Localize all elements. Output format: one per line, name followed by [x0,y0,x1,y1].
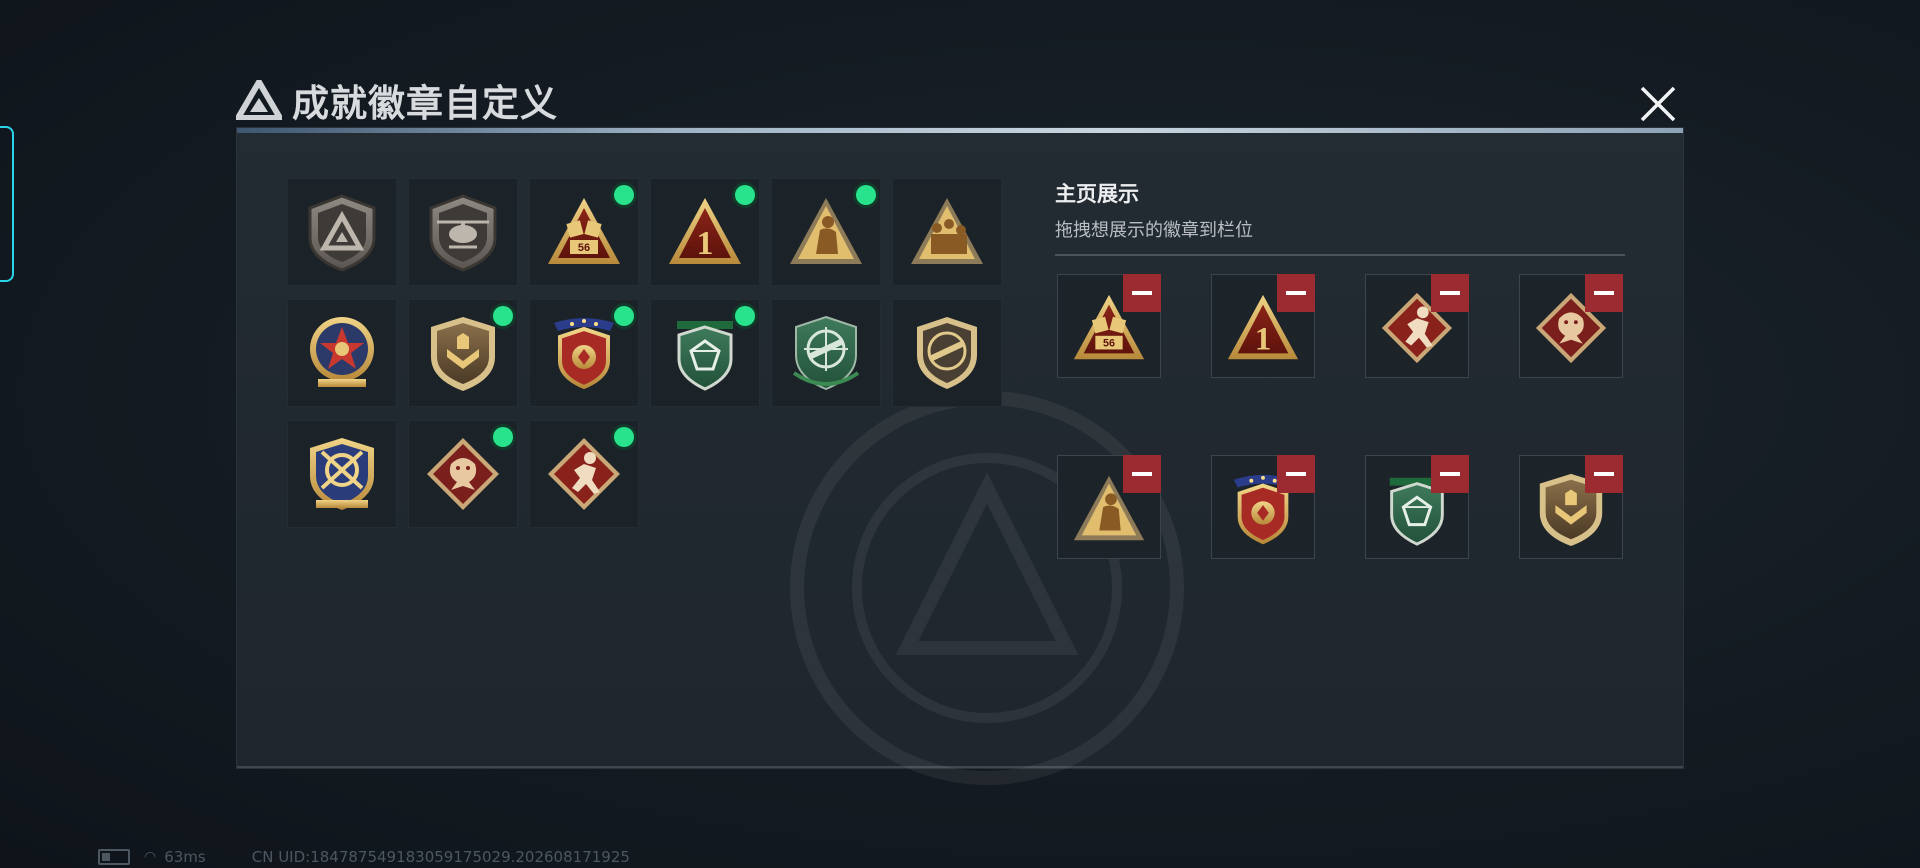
badge-item[interactable] [408,299,518,407]
badge-item[interactable] [892,178,1002,286]
triangle-dice-56-badge-icon: 56 [548,198,620,264]
red-laurel-stars-shield-badge-icon [554,318,614,390]
new-indicator-dot [614,185,634,205]
remove-minus-icon[interactable] [1277,274,1315,312]
app-logo-icon [236,80,282,120]
triangle-number-one-badge-icon: 1 [669,198,741,264]
user-uid-text: CN UID:184787549183059175029.20260817192… [251,848,630,866]
new-indicator-dot [614,306,634,326]
svg-text:1: 1 [1255,320,1272,357]
diamond-dragon-badge-icon [427,438,499,510]
remove-minus-icon[interactable] [1123,455,1161,493]
svg-text:56: 56 [1103,338,1115,350]
gold-star-medal-badge-icon [310,317,374,387]
new-indicator-dot [735,306,755,326]
display-section-title: 主页展示 [1055,182,1139,206]
badge-item[interactable] [529,420,639,528]
badge-item[interactable] [287,178,397,286]
badge-item[interactable] [771,299,881,407]
page-title: 成就徽章自定义 [292,82,558,125]
panel-top-accent-line [237,128,1683,133]
remove-minus-icon[interactable] [1277,455,1315,493]
display-slot[interactable] [1519,274,1623,378]
new-indicator-dot [735,185,755,205]
bronze-chevron-shield-badge-icon [431,317,495,391]
triangle-squad-soldiers-badge-icon [911,198,983,264]
badge-item[interactable]: 56 [529,178,639,286]
remove-minus-icon[interactable] [1431,274,1469,312]
window-header: 成就徽章自定义 [236,76,558,125]
display-section-subtitle: 拖拽想展示的徽章到栏位 [1055,220,1253,241]
remove-minus-icon[interactable] [1123,274,1161,312]
display-slot[interactable] [1057,455,1161,559]
badge-customize-panel: 56 1 主页展示 拖拽想展示的徽章到栏位 56 1 [237,128,1683,785]
triangle-soldier-crouch-badge-icon [790,198,862,264]
close-x-icon[interactable] [1636,82,1680,126]
diamond-running-soldier-badge-icon [548,438,620,510]
new-indicator-dot [856,185,876,205]
grey-shield-triangle-logo-badge-icon [308,194,376,272]
badge-item[interactable] [408,420,518,528]
badge-item[interactable] [529,299,639,407]
svg-text:1: 1 [697,225,714,262]
status-bar: ◠ 63ms CN UID:184787549183059175029.2026… [98,848,630,866]
green-crosshair-rifle-badge-icon [792,315,860,391]
wifi-icon: ◠ [144,849,157,865]
section-divider [1055,254,1625,256]
display-slot[interactable] [1211,455,1315,559]
svg-text:56: 56 [578,242,590,254]
new-indicator-dot [614,427,634,447]
homepage-display-section: 主页展示 拖拽想展示的徽章到栏位 56 1 [1055,178,1625,559]
battery-icon [98,849,130,865]
bronze-rifle-shield-badge-icon [917,317,977,389]
remove-minus-icon[interactable] [1585,274,1623,312]
side-tab-handle[interactable] [0,126,14,282]
display-slot[interactable]: 1 [1211,274,1315,378]
badge-item[interactable] [650,299,760,407]
badge-item[interactable] [408,178,518,286]
grey-shield-helicopter-badge-icon [429,194,497,272]
display-slot[interactable] [1365,455,1469,559]
remove-minus-icon[interactable] [1431,455,1469,493]
badge-item[interactable]: 1 [650,178,760,286]
new-indicator-dot [493,306,513,326]
badge-item[interactable] [287,299,397,407]
new-indicator-dot [493,427,513,447]
remove-minus-icon[interactable] [1585,455,1623,493]
badge-item[interactable] [287,420,397,528]
display-slot[interactable]: 56 [1057,274,1161,378]
emblem-watermark-icon [790,391,1184,785]
badge-item[interactable] [892,299,1002,407]
badge-item[interactable] [771,178,881,286]
gold-crosshair-swords-shield-badge-icon [310,438,374,510]
display-slot[interactable] [1365,274,1469,378]
latency-readout: 63ms [164,848,206,866]
display-slot[interactable] [1519,455,1623,559]
green-diamond-shield-badge-icon [677,321,733,391]
